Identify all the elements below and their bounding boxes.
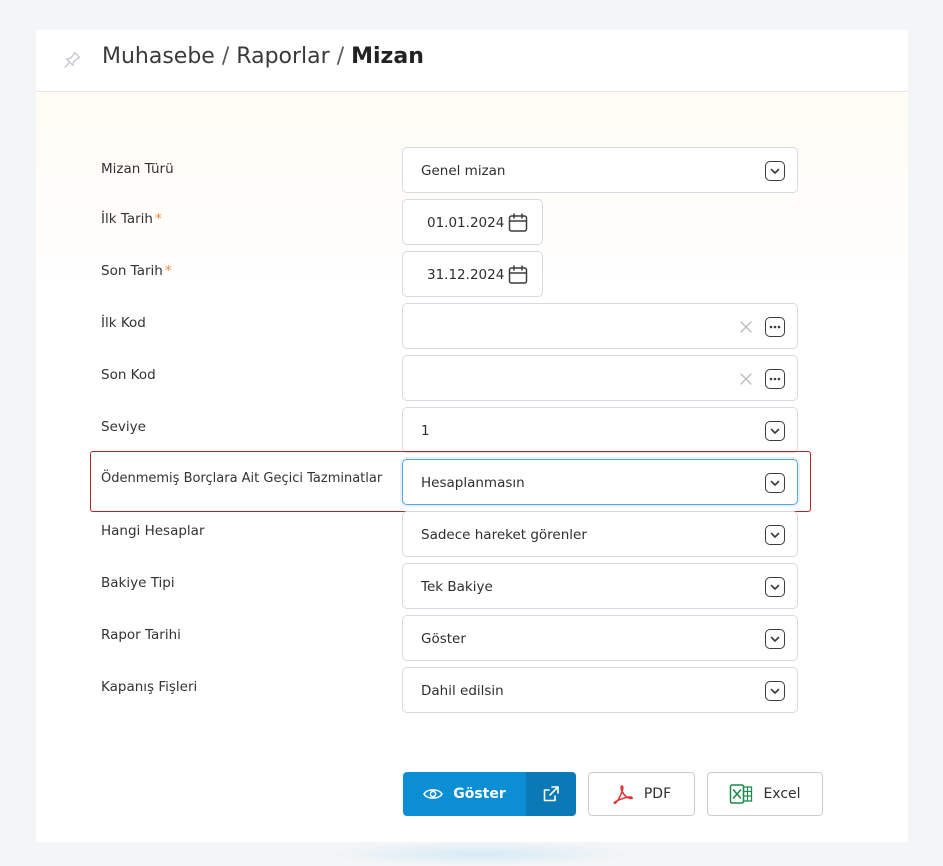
chevron-down-icon[interactable] [765, 525, 785, 545]
breadcrumb-item-muhasebe[interactable]: Muhasebe [102, 44, 215, 69]
gecici-tazminatlar-select[interactable]: Hesaplanmasın [402, 459, 798, 505]
son-kod-lookup-input[interactable] [402, 355, 798, 401]
show-button-label: Göster [453, 786, 506, 802]
chevron-down-icon[interactable] [765, 421, 785, 441]
hangi-hesaplar-select[interactable]: Sadece hareket görenler [402, 511, 798, 557]
breadcrumb-separator: / [336, 44, 345, 69]
field-label: Son Tarih * [101, 263, 172, 279]
bakiye-tipi-select[interactable]: Tek Bakiye [402, 563, 798, 609]
field-label: Mizan Türü [101, 161, 174, 177]
chevron-down-icon[interactable] [765, 473, 785, 493]
son-tarih-date-input[interactable]: 31.12.2024 [402, 251, 543, 297]
eye-icon [423, 789, 444, 799]
breadcrumb-separator: / [221, 44, 230, 69]
select-value: Sadece hareket görenler [421, 527, 587, 543]
select-value: Tek Bakiye [421, 579, 493, 595]
field-label: Bakiye Tipi [101, 575, 175, 591]
date-value: 31.12.2024 [427, 267, 505, 283]
field-label-text: İlk Tarih [101, 211, 153, 227]
chevron-down-icon[interactable] [765, 629, 785, 649]
field-label: Rapor Tarihi [101, 627, 181, 643]
required-marker: * [154, 211, 162, 227]
required-marker: * [164, 263, 172, 279]
field-label: İlk Tarih * [101, 211, 162, 227]
excel-button[interactable]: Excel [707, 772, 823, 816]
excel-icon [730, 784, 753, 804]
chevron-down-icon[interactable] [765, 577, 785, 597]
more-icon[interactable] [765, 369, 785, 389]
select-value: Dahil edilsin [421, 683, 504, 699]
seviye-select[interactable]: 1 [402, 407, 798, 453]
ilk-kod-lookup-input[interactable] [402, 303, 798, 349]
show-button[interactable]: Göster [403, 772, 526, 816]
excel-button-label: Excel [763, 786, 801, 802]
pdf-icon [613, 785, 633, 804]
show-button-group: Göster [403, 772, 576, 816]
page-title: Mizan [351, 44, 424, 69]
field-label: Seviye [101, 419, 146, 435]
select-value: Hesaplanmasın [421, 475, 525, 491]
pdf-button-label: PDF [643, 786, 672, 802]
page-header: Muhasebe / Raporlar / Mizan [36, 30, 908, 92]
chevron-down-icon[interactable] [765, 161, 785, 181]
field-label: Kapanış Fişleri [101, 679, 198, 695]
field-label: Hangi Hesaplar [101, 523, 205, 539]
report-card: Muhasebe / Raporlar / Mizan Mizan Türü G… [36, 30, 908, 842]
close-icon[interactable] [737, 318, 755, 336]
more-icon[interactable] [765, 317, 785, 337]
kapanis-fisleri-select[interactable]: Dahil edilsin [402, 667, 798, 713]
mizan-turu-select[interactable]: Genel mizan [402, 147, 798, 193]
calendar-icon[interactable] [507, 264, 529, 286]
date-value: 01.01.2024 [427, 215, 505, 231]
breadcrumb: Muhasebe / Raporlar / Mizan [102, 44, 424, 69]
field-label-text: Son Tarih [101, 263, 163, 279]
select-value: 1 [421, 423, 430, 439]
pdf-button[interactable]: PDF [588, 772, 695, 816]
field-label: Son Kod [101, 367, 156, 383]
select-value: Genel mizan [421, 163, 506, 179]
breadcrumb-item-raporlar[interactable]: Raporlar [236, 44, 329, 69]
open-new-window-button[interactable] [526, 772, 576, 816]
calendar-icon[interactable] [507, 212, 529, 234]
field-label: İlk Kod [101, 315, 146, 331]
bottom-glow [330, 842, 630, 866]
ilk-tarih-date-input[interactable]: 01.01.2024 [402, 199, 543, 245]
chevron-down-icon[interactable] [765, 681, 785, 701]
close-icon[interactable] [737, 370, 755, 388]
external-link-icon [543, 786, 559, 802]
rapor-tarihi-select[interactable]: Göster [402, 615, 798, 661]
pin-icon[interactable] [62, 50, 82, 70]
select-value: Göster [421, 631, 466, 647]
field-label: Ödenmemiş Borçlara Ait Geçici Tazminatla… [101, 471, 383, 486]
